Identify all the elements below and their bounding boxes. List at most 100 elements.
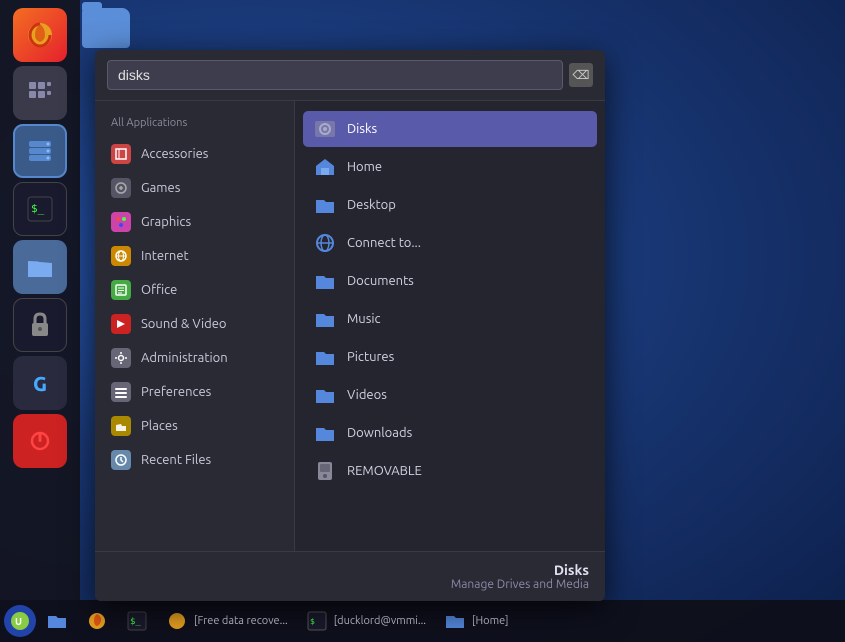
documents-label: Documents	[347, 274, 414, 288]
dock-item-storage[interactable]	[13, 124, 67, 178]
taskbar-firefox-icon	[86, 610, 108, 632]
svg-text:$: $	[310, 617, 315, 626]
office-icon	[111, 280, 131, 300]
removable-result-icon	[313, 459, 337, 483]
result-connect-to[interactable]: Connect to...	[303, 225, 597, 261]
result-home[interactable]: Home	[303, 149, 597, 185]
linux-mint-logo: U	[10, 611, 30, 631]
svg-text:$_: $_	[31, 202, 45, 215]
files-icon	[26, 255, 54, 279]
result-documents[interactable]: Documents	[303, 263, 597, 299]
popup-sidebar: All Applications Accessories Games	[95, 101, 295, 551]
result-music[interactable]: Music	[303, 301, 597, 337]
connect-to-label: Connect to...	[347, 236, 421, 250]
music-label: Music	[347, 312, 381, 326]
launcher-icon	[27, 80, 53, 106]
sidebar-item-games[interactable]: Games	[95, 171, 294, 205]
accessories-icon	[111, 144, 131, 164]
taskbar-terminal2[interactable]: $ [ducklord@vmmi...	[298, 606, 434, 636]
dock-item-terminal[interactable]: $_	[13, 182, 67, 236]
taskbar-files[interactable]	[38, 606, 76, 636]
recent-files-label: Recent Files	[141, 453, 211, 467]
preferences-label: Preferences	[141, 385, 211, 399]
pictures-label: Pictures	[347, 350, 394, 364]
office-label: Office	[141, 283, 177, 297]
dock: $_ G	[0, 0, 80, 600]
desktop-folder[interactable]	[82, 8, 130, 48]
dock-item-lock[interactable]	[13, 298, 67, 352]
terminal-icon: $_	[27, 196, 53, 222]
downloads-result-icon	[313, 421, 337, 445]
internet-icon	[111, 246, 131, 266]
graphics-icon	[111, 212, 131, 232]
taskbar-files-icon	[46, 610, 68, 632]
taskbar-firefox2-icon	[166, 610, 188, 632]
taskbar-home-label: [Home]	[472, 615, 508, 627]
lock-icon	[29, 312, 51, 338]
result-videos[interactable]: Videos	[303, 377, 597, 413]
power-icon	[28, 429, 52, 453]
dock-item-files[interactable]	[13, 240, 67, 294]
sidebar-item-administration[interactable]: Administration	[95, 341, 294, 375]
dock-item-launcher[interactable]	[13, 66, 67, 120]
result-desktop[interactable]: Desktop	[303, 187, 597, 223]
result-disks[interactable]: Disks	[303, 111, 597, 147]
games-label: Games	[141, 181, 180, 195]
places-icon	[111, 416, 131, 436]
administration-label: Administration	[141, 351, 228, 365]
result-downloads[interactable]: Downloads	[303, 415, 597, 451]
taskbar-terminal-icon: $_	[126, 610, 148, 632]
games-icon	[111, 178, 131, 198]
sidebar-item-accessories[interactable]: Accessories	[95, 137, 294, 171]
sidebar-item-sound-video[interactable]: Sound & Video	[95, 307, 294, 341]
search-clear-button[interactable]: ⌫	[569, 63, 593, 87]
music-result-icon	[313, 307, 337, 331]
disks-label: Disks	[347, 122, 377, 136]
svg-text:$_: $_	[130, 617, 141, 627]
administration-icon	[111, 348, 131, 368]
taskbar-terminal2-label: [ducklord@vmmi...	[334, 615, 426, 627]
taskbar-firefox[interactable]	[78, 606, 116, 636]
popup-status-bar: Disks Manage Drives and Media	[95, 551, 605, 601]
sidebar-item-recent-files[interactable]: Recent Files	[95, 443, 294, 477]
folder-icon	[82, 8, 130, 48]
result-removable[interactable]: REMOVABLE	[303, 453, 597, 489]
sidebar-item-graphics[interactable]: Graphics	[95, 205, 294, 239]
taskbar-logo[interactable]: U	[4, 605, 36, 637]
home-result-icon	[313, 155, 337, 179]
accessories-label: Accessories	[141, 147, 208, 161]
home-label: Home	[347, 160, 382, 174]
popup-status-title: Disks	[111, 562, 589, 578]
removable-label: REMOVABLE	[347, 464, 422, 478]
popup-body: All Applications Accessories Games	[95, 101, 605, 551]
g-app-label: G	[33, 372, 47, 395]
svg-text:U: U	[15, 616, 22, 627]
connect-to-result-icon	[313, 231, 337, 255]
all-apps-header: All Applications	[95, 113, 294, 137]
videos-result-icon	[313, 383, 337, 407]
sidebar-item-preferences[interactable]: Preferences	[95, 375, 294, 409]
dock-item-g-app[interactable]: G	[13, 356, 67, 410]
taskbar-home-folder[interactable]: [Home]	[436, 606, 516, 636]
sidebar-item-internet[interactable]: Internet	[95, 239, 294, 273]
search-bar: disks ⌫	[95, 50, 605, 101]
disks-result-icon	[313, 117, 337, 141]
dock-item-power[interactable]	[13, 414, 67, 468]
firefox-icon	[25, 20, 55, 50]
sound-video-label: Sound & Video	[141, 317, 227, 331]
launcher-popup: disks ⌫ All Applications Accessories Gam…	[95, 50, 605, 601]
search-input[interactable]: disks	[107, 60, 563, 90]
taskbar-home-folder-icon	[444, 610, 466, 632]
result-pictures[interactable]: Pictures	[303, 339, 597, 375]
sidebar-item-office[interactable]: Office	[95, 273, 294, 307]
documents-result-icon	[313, 269, 337, 293]
taskbar-data-recovery-label: [Free data recove...	[194, 615, 288, 627]
popup-status-description: Manage Drives and Media	[111, 578, 589, 591]
taskbar: U $_ [Free dat	[0, 600, 845, 642]
internet-label: Internet	[141, 249, 189, 263]
sidebar-item-places[interactable]: Places	[95, 409, 294, 443]
dock-item-firefox[interactable]	[13, 8, 67, 62]
taskbar-terminal2-icon: $	[306, 610, 328, 632]
taskbar-data-recovery[interactable]: [Free data recove...	[158, 606, 296, 636]
taskbar-terminal[interactable]: $_	[118, 606, 156, 636]
